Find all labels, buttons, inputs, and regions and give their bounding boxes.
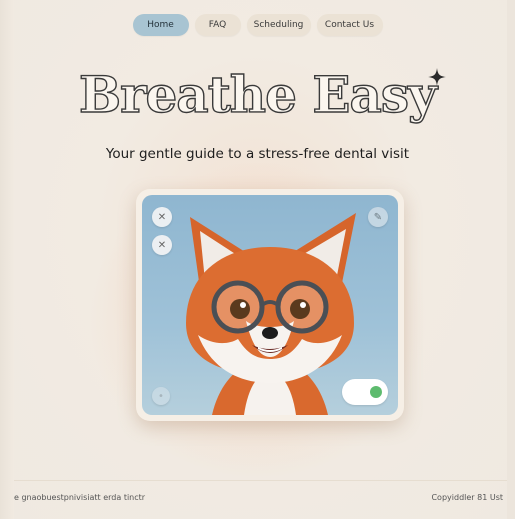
top-nav: Home FAQ Scheduling Contact Us — [0, 14, 515, 36]
toggle-switch[interactable] — [342, 379, 388, 405]
footer-divider — [14, 480, 507, 481]
nav-contact-us[interactable]: Contact Us — [316, 14, 383, 36]
mascot-card: ✕ ✕ ✎ • — [136, 189, 404, 421]
sparkle-icon — [428, 68, 446, 86]
edit-icon[interactable]: ✎ — [368, 207, 388, 227]
nav-scheduling[interactable]: Scheduling — [246, 14, 311, 36]
mascot-image-frame: ✕ ✕ ✎ • — [142, 195, 398, 415]
footer-left-text: e gnaobuestpnivisiatt erda tinctr — [14, 493, 146, 502]
nav-faq[interactable]: FAQ — [194, 14, 241, 36]
check-icon — [370, 386, 382, 398]
nav-home[interactable]: Home — [132, 14, 189, 36]
close-icon[interactable]: ✕ — [152, 207, 172, 227]
page: Home FAQ Scheduling Contact Us Breathe E… — [0, 0, 515, 519]
footer-copyright: Copyiddler 81 Ust — [431, 493, 503, 502]
faint-control-icon[interactable]: • — [152, 387, 170, 405]
close-icon-secondary[interactable]: ✕ — [152, 235, 172, 255]
